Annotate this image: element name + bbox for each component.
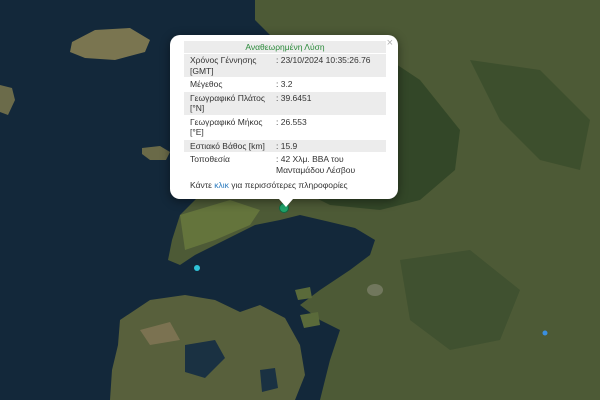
row-label: Εστιακό Βάθος [km] bbox=[190, 140, 265, 151]
row-label: Μέγεθος bbox=[190, 79, 223, 89]
row-value: : 26.553 bbox=[276, 116, 307, 127]
more-info-link[interactable]: κλικ bbox=[214, 180, 229, 190]
earthquake-marker[interactable] bbox=[542, 330, 548, 336]
row-label: Γεωγραφικό Μήκος [°E] bbox=[190, 116, 263, 138]
info-row-location: Τοποθεσία : 42 Χλμ. ΒΒΑ του Μανταμάδου Λ… bbox=[184, 153, 386, 176]
row-label: Χρόνος Γέννησης [GMT] bbox=[190, 55, 257, 76]
info-row-origin-time: Χρόνος Γέννησης [GMT] : 23/10/2024 10:35… bbox=[184, 54, 386, 77]
close-icon[interactable]: × bbox=[387, 37, 393, 49]
row-value: : 39.6451 bbox=[276, 92, 312, 103]
row-value: : 3.2 bbox=[276, 79, 293, 89]
more-info-text: Κάντε κλικ για περισσότερες πληροφορίες bbox=[184, 177, 386, 191]
row-value: : 15.9 bbox=[276, 140, 298, 151]
more-prefix: Κάντε bbox=[190, 180, 215, 190]
popup-title: Αναθεωρημένη Λύση bbox=[184, 41, 386, 53]
info-row-latitude: Γεωγραφικό Πλάτος [°N] : 39.6451 bbox=[184, 91, 386, 115]
earthquake-marker[interactable] bbox=[194, 265, 200, 271]
info-row-depth: Εστιακό Βάθος [km] : 15.9 bbox=[184, 139, 386, 152]
earthquake-info-popup: × Αναθεωρημένη Λύση Χρόνος Γέννησης [GMT… bbox=[170, 35, 398, 207]
info-row-longitude: Γεωγραφικό Μήκος [°E] : 26.553 bbox=[184, 115, 386, 139]
row-value: : 42 Χλμ. ΒΒΑ του Μανταμάδου Λέσβου bbox=[276, 154, 356, 175]
more-suffix: για περισσότερες πληροφορίες bbox=[228, 180, 348, 190]
info-row-magnitude: Μέγεθος : 3.2 bbox=[184, 78, 386, 91]
row-label: Γεωγραφικό Πλάτος [°N] bbox=[190, 92, 265, 114]
row-label: Τοποθεσία bbox=[190, 154, 230, 164]
row-value: : 23/10/2024 10:35:26.76 bbox=[276, 55, 371, 65]
